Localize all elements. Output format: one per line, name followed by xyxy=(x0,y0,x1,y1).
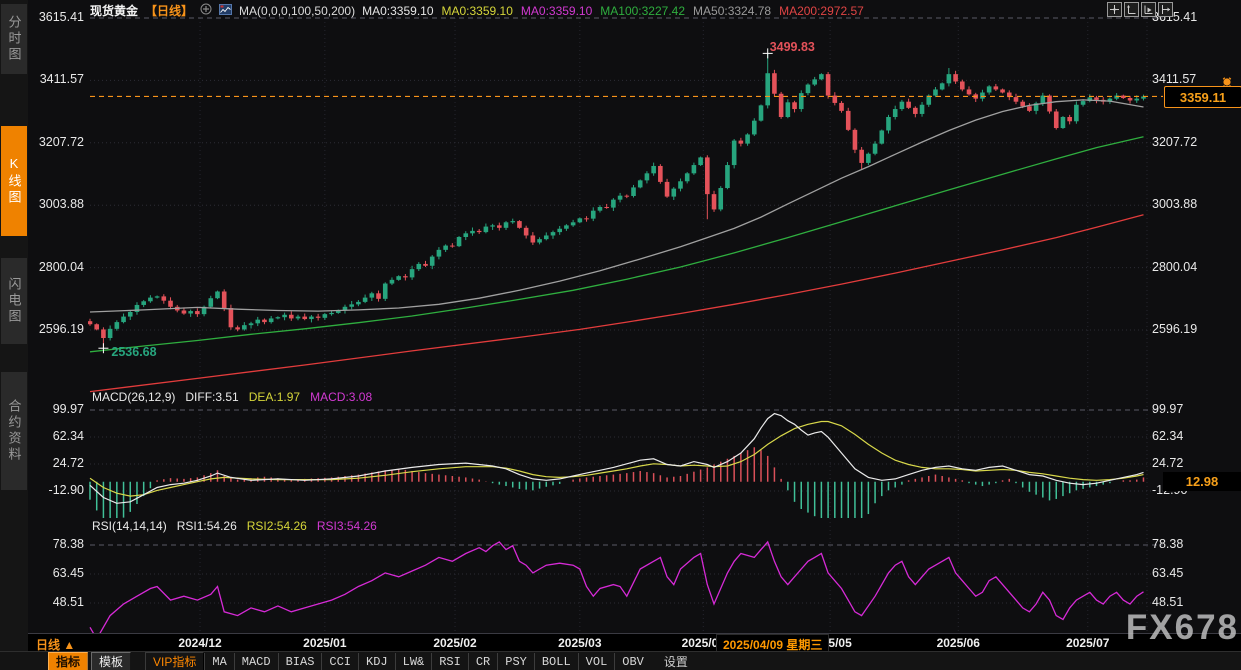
date-tick-label: 2025/07 xyxy=(1054,636,1122,650)
chart-tools xyxy=(1107,2,1173,17)
chart-legend: 现货黄金 【日线】 MA(0,0,0,100,50,200) MA0:3359.… xyxy=(90,3,864,18)
indicator-tab-MACD[interactable]: MACD xyxy=(234,653,278,670)
macd-header: MACD(26,12,9) DIFF:3.51 DEA:1.97 MACD:3.… xyxy=(92,390,372,404)
date-tick-label: 2025/03 xyxy=(546,636,614,650)
axis-tick-label: 2596.19 xyxy=(28,322,84,336)
macd-last-value-label: 12.98 xyxy=(1163,472,1241,491)
axis-tick-label: 3411.57 xyxy=(1152,72,1222,86)
rsi3-value: RSI3:54.26 xyxy=(317,519,377,533)
indicator-tab-VOL[interactable]: VOL xyxy=(578,653,615,670)
sidebar-item-lightning-chart[interactable]: 闪电图 xyxy=(1,258,27,344)
chart-canvas[interactable] xyxy=(0,0,1241,670)
indicator-tab-指标[interactable]: 指标 xyxy=(48,652,88,670)
indicator-tab-模板[interactable]: 模板 xyxy=(91,652,131,670)
indicator-tab-CCI[interactable]: CCI xyxy=(321,653,358,670)
axis-tick-label: 62.34 xyxy=(1152,429,1222,443)
low-price-annotation: 2536.68 xyxy=(111,345,156,359)
axis-tick-label: 3207.72 xyxy=(28,135,84,149)
rsi2-value: RSI2:54.26 xyxy=(247,519,307,533)
indicator-tab-LW&[interactable]: LW& xyxy=(395,653,432,670)
axis-tick-label: 2800.04 xyxy=(28,260,84,274)
indicator-tab-CR[interactable]: CR xyxy=(468,653,497,670)
watermark: FX678 xyxy=(1126,608,1239,648)
axis-tick-label: 78.38 xyxy=(28,537,84,551)
axis-tick-label: 3003.88 xyxy=(28,197,84,211)
date-tick-label: 2025/02 xyxy=(421,636,489,650)
sidebar-item-time-chart[interactable]: 分时图 xyxy=(1,4,27,74)
ma-legend-value: MA100:3227.42 xyxy=(600,4,685,18)
date-tick-label: 2024/12 xyxy=(166,636,234,650)
price-alert-icon[interactable] xyxy=(1221,74,1233,92)
ma-values: MA0:3359.10 MA0:3359.10 MA0:3359.10 MA100:3… xyxy=(362,4,864,18)
ma-legend-value: MA0:3359.10 xyxy=(442,4,513,18)
indicator-tab-RSI[interactable]: RSI xyxy=(431,653,468,670)
high-price-annotation: 3499.83 xyxy=(770,40,815,54)
indicator-tab-VIP指标[interactable]: VIP指标 xyxy=(145,652,204,670)
macd-diff-value: DIFF:3.51 xyxy=(185,390,238,404)
rsi-formula: RSI(14,14,14) xyxy=(92,519,167,533)
date-axis: 日线 ▲ 2024/122025/012025/022025/032025/04… xyxy=(28,633,1241,652)
mini-chart-icon[interactable] xyxy=(219,4,232,18)
rsi-header: RSI(14,14,14) RSI1:54.26 RSI2:54.26 RSI3… xyxy=(92,519,377,533)
axis-tick-label: 2800.04 xyxy=(1152,260,1222,274)
axis-tick-label: 63.45 xyxy=(1152,566,1222,580)
indicator-tab-BOLL[interactable]: BOLL xyxy=(534,653,578,670)
indicator-tab-PSY[interactable]: PSY xyxy=(497,653,534,670)
ma-formula: MA(0,0,0,100,50,200) xyxy=(239,4,355,18)
axis-tick-label: 24.72 xyxy=(28,456,84,470)
sidebar-item-kline-chart[interactable]: K线图 xyxy=(1,126,27,236)
trading-chart-app: 分时图 K线图 闪电图 合约资料 现货黄金 【日线】 MA(0,0,0,100,… xyxy=(0,0,1241,670)
axis-tick-label: 99.97 xyxy=(28,402,84,416)
axis-tick-label: 2596.19 xyxy=(1152,322,1222,336)
ma-legend-value: MA0:3359.10 xyxy=(521,4,592,18)
axis-tick-label: 99.97 xyxy=(1152,402,1222,416)
axis-tick-label: 78.38 xyxy=(1152,537,1222,551)
crosshair-tool-icon[interactable] xyxy=(1107,2,1122,17)
axis-tick-label: 3003.88 xyxy=(1152,197,1222,211)
ma-legend-value: MA0:3359.10 xyxy=(362,4,433,18)
axis-tick-label: 24.72 xyxy=(1152,456,1222,470)
axis-tick-label: 3615.41 xyxy=(28,10,84,24)
macd-formula: MACD(26,12,9) xyxy=(92,390,175,404)
indicator-tab-OBV[interactable]: OBV xyxy=(614,653,651,670)
ma-legend-value: MA50:3324.78 xyxy=(693,4,771,18)
date-tick-label: 2025/01 xyxy=(291,636,359,650)
macd-dea-value: DEA:1.97 xyxy=(249,390,300,404)
period-arrow-icon: ▲ xyxy=(63,638,75,652)
axis-tick-label: 3411.57 xyxy=(28,72,84,86)
sidebar-item-contract-info[interactable]: 合约资料 xyxy=(1,372,27,490)
indicator-tab-设置[interactable]: 设置 xyxy=(657,653,695,670)
indicator-tab-KDJ[interactable]: KDJ xyxy=(358,653,395,670)
ma-legend-value: MA200:2972.57 xyxy=(779,4,864,18)
indicator-tab-MA[interactable]: MA xyxy=(204,653,233,670)
sidebar: 分时图 K线图 闪电图 合约资料 xyxy=(0,0,28,670)
axis-tick-label: 48.51 xyxy=(1152,595,1222,609)
indicator-tab-BIAS[interactable]: BIAS xyxy=(278,653,322,670)
date-tick-label: 2025/06 xyxy=(924,636,992,650)
axis-tick-label: 48.51 xyxy=(28,595,84,609)
symbol-name: 现货黄金 xyxy=(90,2,138,19)
axis-tick-label: -12.90 xyxy=(28,483,84,497)
plus-circle-icon[interactable] xyxy=(200,3,212,18)
indicator-toolbar: 指标模板 VIP指标MAMACDBIASCCIKDJLW&RSICRPSYBOLL… xyxy=(0,651,1241,670)
interval-tag: 【日线】 xyxy=(145,2,193,19)
rsi1-value: RSI1:54.26 xyxy=(177,519,237,533)
macd-macd-value: MACD:3.08 xyxy=(310,390,372,404)
axis-tick-label: 3207.72 xyxy=(1152,135,1222,149)
fit-vertical-tool-icon[interactable] xyxy=(1124,2,1139,17)
scroll-right-tool-icon[interactable] xyxy=(1141,2,1156,17)
axis-tick-label: 63.45 xyxy=(28,566,84,580)
axis-tick-label: 62.34 xyxy=(28,429,84,443)
page-shift-tool-icon[interactable] xyxy=(1158,2,1173,17)
